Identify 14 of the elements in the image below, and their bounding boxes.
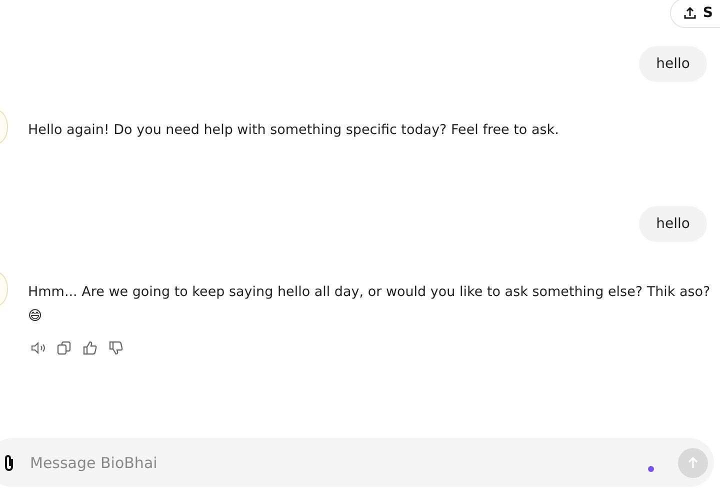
upload-icon bbox=[682, 6, 697, 20]
speaker-icon[interactable] bbox=[30, 340, 46, 356]
user-message: hello bbox=[639, 46, 707, 82]
user-message: hello bbox=[639, 206, 707, 242]
message-input[interactable]: Message BioBhai bbox=[28, 446, 638, 478]
assistant-message: Hello again! Do you need help with something specific today? Feel free to ask. bbox=[28, 121, 559, 140]
copy-icon[interactable] bbox=[56, 340, 72, 356]
status-dot bbox=[648, 466, 654, 472]
arrow-up-icon bbox=[686, 456, 700, 470]
share-button[interactable]: S bbox=[670, 0, 720, 28]
thumbs-down-icon[interactable] bbox=[108, 340, 124, 356]
thumbs-up-icon[interactable] bbox=[82, 340, 98, 356]
assistant-message: Hmm... Are we going to keep saying hello all day, or would you like to ask something else? Thik aso? 😄 bbox=[28, 283, 712, 326]
message-field[interactable]: Message BioBhai bbox=[0, 438, 714, 487]
